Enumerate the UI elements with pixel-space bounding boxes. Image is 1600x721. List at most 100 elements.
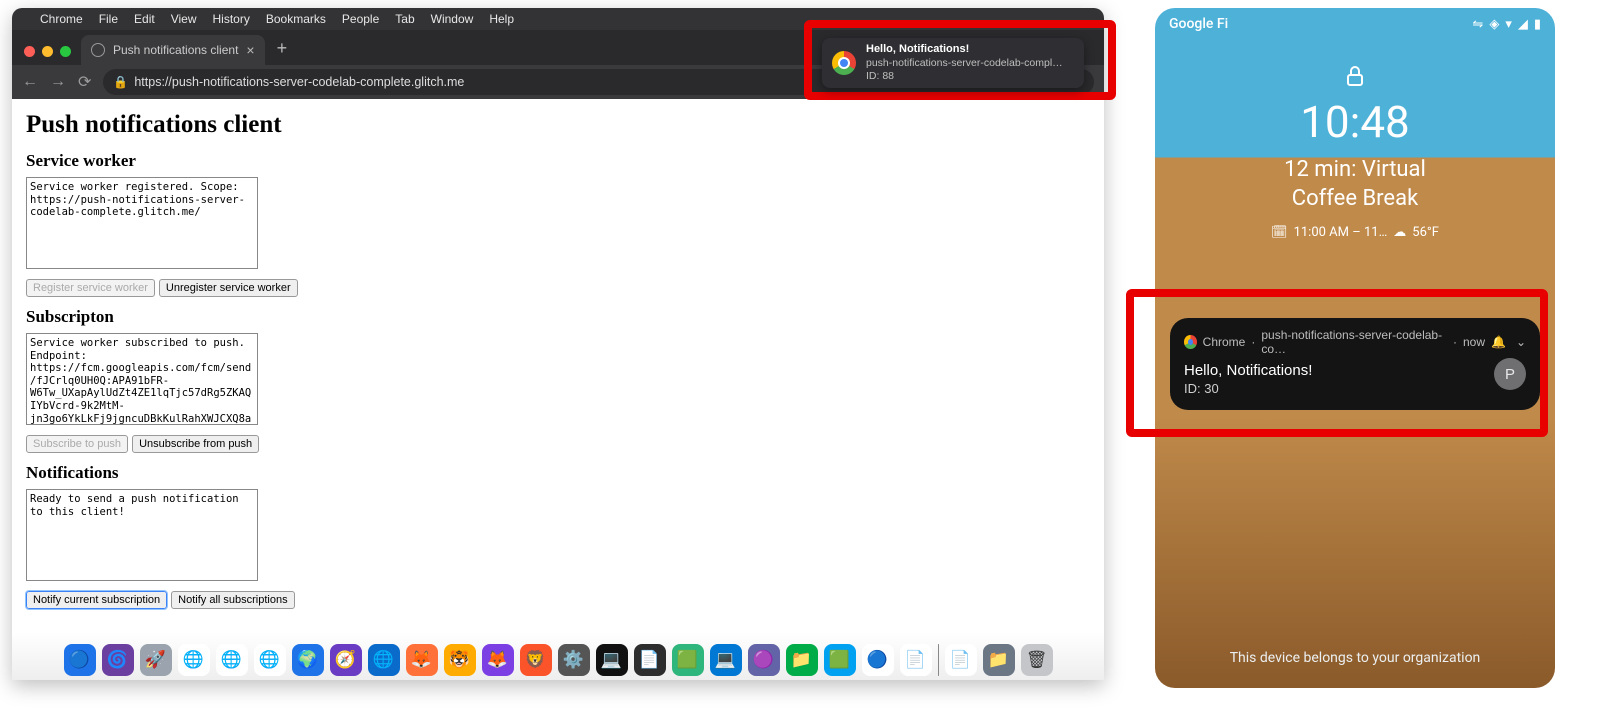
calendar-icon: 🗓	[1271, 225, 1288, 240]
dock-siri-icon[interactable]: 🌀	[102, 644, 134, 676]
wifi-icon: ▾	[1505, 17, 1512, 32]
chrome-icon	[1184, 335, 1197, 349]
page-title: Push notifications client	[26, 111, 1090, 139]
service-worker-textarea[interactable]	[26, 177, 258, 269]
event-time: 11:00 AM – 11…	[1294, 225, 1388, 240]
notification-origin: push-notifications-server-codelab-comple…	[866, 57, 1066, 70]
notification-title: Hello, Notifications!	[866, 43, 1066, 57]
notification-when: now	[1463, 335, 1485, 349]
globe-icon	[91, 43, 105, 57]
dock-chromium-icon[interactable]: 🌐	[254, 644, 286, 676]
lock-icon: 🔒	[113, 75, 128, 89]
dock-brave-icon[interactable]: 🦁	[520, 644, 552, 676]
dock-app2-icon[interactable]: 🟩	[824, 644, 856, 676]
dot-sep: ·	[1453, 335, 1457, 349]
vibrate-icon: ◈	[1489, 17, 1499, 32]
mac-dock: 🔵 🌀 🚀 🌐 🌐 🌐 🌍 🧭 🌐 🦊 🐯 🦊 🦁 ⚙️ 💻 📄 🟩 💻 🟣 📁…	[12, 632, 1104, 680]
org-ownership-text: This device belongs to your organization	[1155, 650, 1555, 666]
notification-body: ID: 30	[1184, 381, 1526, 396]
page-content: Push notifications client Service worker…	[12, 99, 1104, 632]
dock-camtasia-icon[interactable]: 🟩	[672, 644, 704, 676]
dock-tor-icon[interactable]: 🧭	[330, 644, 362, 676]
carrier-label: Google Fi	[1169, 16, 1228, 32]
dock-safari-icon[interactable]: 🌍	[292, 644, 324, 676]
notification-avatar: P	[1494, 358, 1526, 390]
menu-chrome[interactable]: Chrome	[40, 12, 83, 26]
dock-firefox-nightly-icon[interactable]: 🦊	[482, 644, 514, 676]
subscription-heading: Subscripton	[26, 307, 1090, 327]
signal-icon: ◢	[1518, 17, 1528, 32]
back-button[interactable]: ←	[22, 73, 38, 91]
close-tab-icon[interactable]: ×	[246, 42, 254, 58]
notification-origin: push-notifications-server-codelab-co…	[1261, 328, 1447, 356]
dock-finder-icon[interactable]: 🔵	[64, 644, 96, 676]
dock-edge-icon[interactable]: 🌐	[368, 644, 400, 676]
subscribe-button: Subscribe to push	[26, 435, 128, 453]
dock-terminal-icon[interactable]: 💻	[596, 644, 628, 676]
notification-title: Hello, Notifications!	[1184, 362, 1526, 379]
maximize-window-icon[interactable]	[60, 46, 71, 57]
menu-help[interactable]: Help	[489, 12, 514, 26]
chrome-icon	[832, 51, 856, 75]
dock-firefox-icon[interactable]: 🦊	[406, 644, 438, 676]
dock-notes-icon[interactable]: 🔵	[862, 644, 894, 676]
minimize-window-icon[interactable]	[42, 46, 53, 57]
dock-chat-icon[interactable]: 📁	[786, 644, 818, 676]
calendar-event: 12 min: Virtual Coffee Break	[1155, 156, 1555, 213]
menu-edit[interactable]: Edit	[134, 12, 155, 26]
subscription-textarea[interactable]	[26, 333, 258, 425]
dock-calendar-icon[interactable]: 📄	[900, 644, 932, 676]
dock-vscode-icon[interactable]: 💻	[710, 644, 742, 676]
unsubscribe-button[interactable]: Unsubscribe from push	[132, 435, 259, 453]
menu-file[interactable]: File	[99, 12, 118, 26]
notifications-textarea[interactable]	[26, 489, 258, 581]
lockscreen-clock: 10:48	[1155, 96, 1555, 148]
dock-settings-icon[interactable]: ⚙️	[558, 644, 590, 676]
menu-window[interactable]: Window	[431, 12, 474, 26]
notification-header: Chrome · push-notifications-server-codel…	[1184, 328, 1526, 356]
forward-button[interactable]: →	[50, 73, 66, 91]
new-tab-button[interactable]: +	[265, 38, 300, 65]
menu-view[interactable]: View	[171, 12, 197, 26]
event-line-1: 12 min: Virtual	[1155, 156, 1555, 185]
dock-teams-icon[interactable]: 🟣	[748, 644, 780, 676]
dock-launchpad-icon[interactable]: 🚀	[140, 644, 172, 676]
notifications-heading: Notifications	[26, 463, 1090, 483]
dock-downloads-icon[interactable]: 📁	[983, 644, 1015, 676]
info-line: 🗓 11:00 AM – 11… ☁ 56°F	[1155, 225, 1555, 240]
register-sw-button: Register service worker	[26, 279, 155, 297]
menu-history[interactable]: History	[213, 12, 250, 26]
menu-people[interactable]: People	[342, 12, 379, 26]
event-line-2: Coffee Break	[1155, 185, 1555, 214]
reload-button[interactable]: ⟳	[78, 72, 91, 92]
window-controls	[20, 46, 81, 65]
notify-all-button[interactable]: Notify all subscriptions	[171, 591, 294, 609]
dock-chrome-icon[interactable]: 🌐	[178, 644, 210, 676]
bell-icon[interactable]: 🔔	[1491, 335, 1506, 349]
notification-body: ID: 88	[866, 70, 1066, 83]
dock-firefox-dev-icon[interactable]: 🐯	[444, 644, 476, 676]
phone-notification[interactable]: Chrome · push-notifications-server-codel…	[1170, 318, 1540, 410]
lock-icon	[1343, 64, 1367, 88]
desktop-notification[interactable]: Hello, Notifications! push-notifications…	[822, 38, 1084, 88]
battery-icon: ▮	[1534, 17, 1541, 32]
unregister-sw-button[interactable]: Unregister service worker	[159, 279, 298, 297]
temperature: 56°F	[1412, 225, 1439, 240]
dock-separator	[938, 644, 939, 676]
dock-trash-icon[interactable]: 🗑	[1021, 644, 1053, 676]
dock-doc-icon[interactable]: 📄	[945, 644, 977, 676]
dock-chrome-canary-icon[interactable]: 🌐	[216, 644, 248, 676]
notification-app: Chrome	[1203, 335, 1246, 349]
status-bar: Google Fi ⇋ ◈ ▾ ◢ ▮	[1155, 8, 1555, 40]
dot-sep: ·	[1251, 335, 1255, 349]
chevron-down-icon[interactable]: ⌄	[1516, 335, 1526, 349]
notify-current-button[interactable]: Notify current subscription	[26, 591, 167, 609]
close-window-icon[interactable]	[24, 46, 35, 57]
dock-app-icon[interactable]: 📄	[634, 644, 666, 676]
tab-title: Push notifications client	[113, 43, 238, 57]
cast-icon: ⇋	[1472, 17, 1483, 32]
browser-tab[interactable]: Push notifications client ×	[81, 35, 265, 65]
menu-tab[interactable]: Tab	[395, 12, 414, 26]
menu-bookmarks[interactable]: Bookmarks	[266, 12, 326, 26]
browser-window: Chrome File Edit View History Bookmarks …	[12, 8, 1104, 680]
